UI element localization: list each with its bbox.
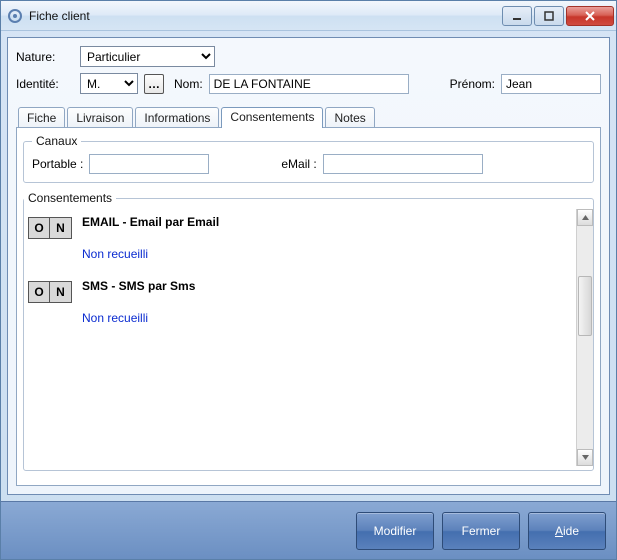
nom-label: Nom:	[174, 77, 203, 91]
consent-title: EMAIL - Email par Email	[82, 215, 219, 229]
consent-area: O N EMAIL - Email par Email Non recueill…	[24, 205, 593, 470]
app-icon	[7, 8, 23, 24]
nom-field[interactable]	[209, 74, 409, 94]
consent-title: SMS - SMS par Sms	[82, 279, 195, 293]
group-canaux: Canaux Portable : eMail :	[23, 134, 594, 183]
canaux-legend: Canaux	[32, 134, 81, 148]
nature-select[interactable]: Particulier	[80, 46, 215, 67]
window-frame: Fiche client Nature: Particulier Identit…	[0, 0, 617, 560]
tab-informations[interactable]: Informations	[135, 107, 219, 128]
content-frame: Nature: Particulier Identité: M. … Nom: …	[7, 37, 610, 495]
group-consentements: Consentements O N EMAIL - Email par Emai…	[23, 191, 594, 471]
consent-toggle[interactable]: O N	[28, 217, 72, 239]
aide-button[interactable]: Aide	[528, 512, 606, 550]
scrollbar[interactable]	[576, 209, 593, 466]
window-buttons	[502, 6, 614, 26]
scroll-track[interactable]	[577, 226, 593, 449]
consent-status: Non recueilli	[82, 311, 195, 325]
prenom-field[interactable]	[501, 74, 601, 94]
portable-field[interactable]	[89, 154, 209, 174]
toggle-n[interactable]: N	[50, 281, 72, 303]
list-item: O N SMS - SMS par Sms Non recueilli	[28, 279, 572, 335]
footer-bar: Modifier Fermer Aide	[1, 501, 616, 559]
ellipsis-icon: …	[148, 77, 160, 91]
consent-toggle[interactable]: O N	[28, 281, 72, 303]
list-item: O N EMAIL - Email par Email Non recueill…	[28, 215, 572, 271]
scroll-up-button[interactable]	[577, 209, 593, 226]
email-label: eMail :	[281, 157, 316, 171]
modifier-button[interactable]: Modifier	[356, 512, 434, 550]
window-title: Fiche client	[29, 9, 502, 23]
maximize-button[interactable]	[534, 6, 564, 26]
fermer-button[interactable]: Fermer	[442, 512, 520, 550]
close-button[interactable]	[566, 6, 614, 26]
tab-panel-consentements: Canaux Portable : eMail : Consentements …	[16, 127, 601, 486]
scroll-thumb[interactable]	[578, 276, 592, 336]
titlebar[interactable]: Fiche client	[1, 1, 616, 31]
portable-label: Portable :	[32, 157, 83, 171]
consent-status: Non recueilli	[82, 247, 219, 261]
toggle-o[interactable]: O	[28, 217, 50, 239]
identite-label: Identité:	[16, 77, 74, 91]
consentements-legend: Consentements	[24, 191, 116, 205]
row-identite: Identité: M. … Nom: Prénom:	[16, 73, 601, 94]
tab-consentements[interactable]: Consentements	[221, 107, 323, 128]
prenom-label: Prénom:	[450, 77, 495, 91]
tabstrip: Fiche Livraison Informations Consentemen…	[16, 106, 601, 127]
row-nature: Nature: Particulier	[16, 46, 601, 67]
nature-label: Nature:	[16, 50, 74, 64]
tab-livraison[interactable]: Livraison	[67, 107, 133, 128]
tab-notes[interactable]: Notes	[325, 107, 374, 128]
consent-list: O N EMAIL - Email par Email Non recueill…	[24, 209, 576, 466]
toggle-n[interactable]: N	[50, 217, 72, 239]
identity-more-button[interactable]: …	[144, 74, 164, 94]
scroll-down-button[interactable]	[577, 449, 593, 466]
toggle-o[interactable]: O	[28, 281, 50, 303]
minimize-button[interactable]	[502, 6, 532, 26]
tab-fiche[interactable]: Fiche	[18, 107, 65, 128]
email-field[interactable]	[323, 154, 483, 174]
title-select[interactable]: M.	[80, 73, 138, 94]
